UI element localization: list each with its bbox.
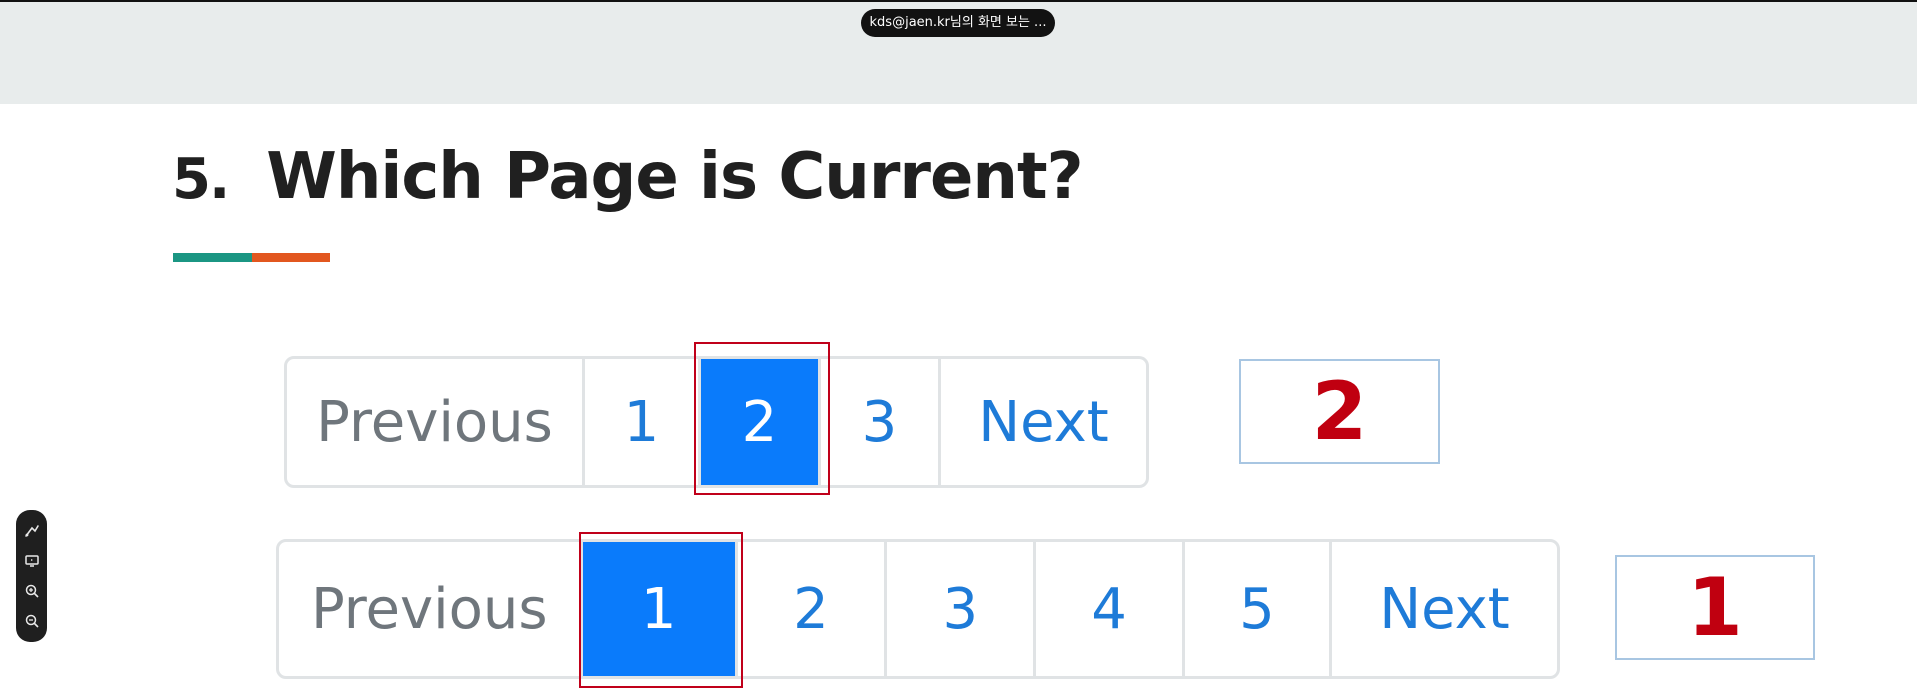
top-bar: kds@jaen.kr님의 화면 보는 ... — [0, 0, 1917, 104]
pen-icon[interactable] — [23, 522, 41, 540]
pagination-example-1: Previous 1 2 3 Next — [284, 356, 1149, 488]
title-underline — [173, 253, 330, 262]
page-3-button[interactable]: 3 — [887, 542, 1037, 676]
screen-share-banner[interactable]: kds@jaen.kr님의 화면 보는 ... — [861, 9, 1055, 37]
underline-teal-segment — [173, 253, 252, 262]
underline-orange-segment — [252, 253, 330, 262]
slide-number: 5. — [172, 147, 230, 212]
next-button[interactable]: Next — [941, 359, 1146, 485]
page-3-button[interactable]: 3 — [821, 359, 941, 485]
page-5-button[interactable]: 5 — [1185, 542, 1333, 676]
slide-title: 5. Which Page is Current? — [172, 140, 1084, 220]
zoom-in-icon[interactable] — [23, 582, 41, 600]
previous-button[interactable]: Previous — [279, 542, 583, 676]
answer-box-1: 2 — [1239, 359, 1440, 464]
previous-button[interactable]: Previous — [287, 359, 585, 485]
page-4-button[interactable]: 4 — [1036, 542, 1185, 676]
zoom-out-icon[interactable] — [23, 612, 41, 630]
page-2-button-active[interactable]: 2 — [701, 359, 821, 485]
side-toolbar — [16, 510, 47, 642]
page-1-button-active[interactable]: 1 — [582, 542, 738, 676]
answer-box-2: 1 — [1615, 555, 1815, 660]
page-1-button[interactable]: 1 — [585, 359, 701, 485]
page-2-button[interactable]: 2 — [738, 542, 888, 676]
screen-share-icon[interactable] — [23, 552, 41, 570]
next-button[interactable]: Next — [1332, 542, 1557, 676]
pagination-example-2: Previous 1 2 3 4 5 Next — [276, 539, 1560, 679]
slide-heading: Which Page is Current? — [266, 140, 1083, 214]
